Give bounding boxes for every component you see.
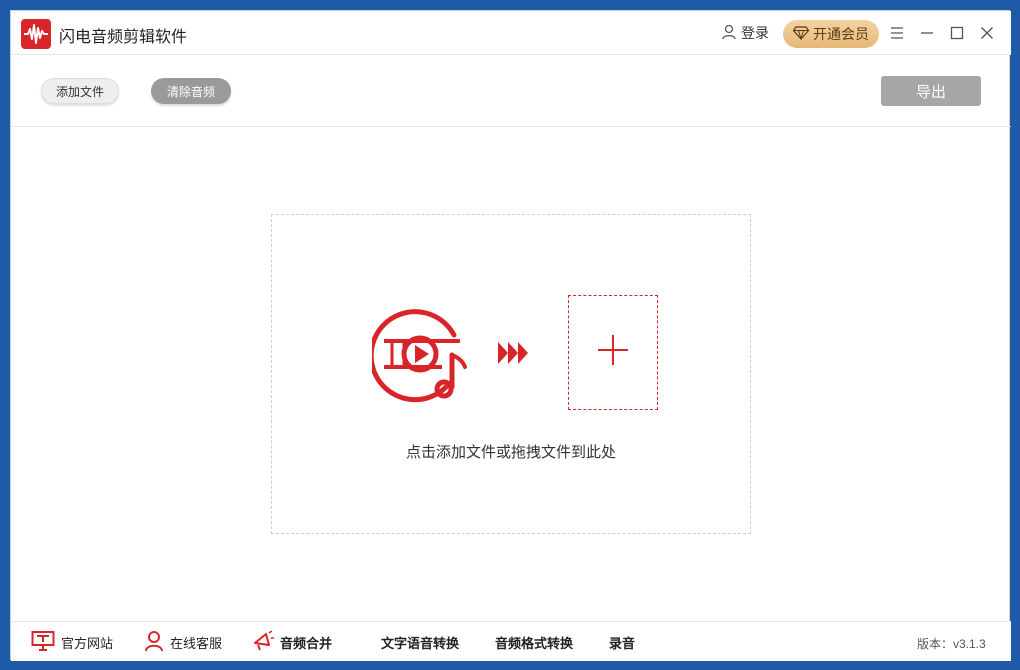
text-to-speech-label: 文字语音转换	[381, 635, 460, 651]
record-label: 录音	[609, 635, 636, 651]
music-video-icon	[368, 303, 472, 408]
text-to-speech-link[interactable]: 文字语音转换	[381, 631, 459, 653]
close-icon[interactable]	[977, 21, 997, 45]
audio-format-convert-link[interactable]: 音频格式转换	[495, 631, 573, 653]
triple-arrow-icon	[497, 340, 529, 371]
official-site-link[interactable]: 官方网站	[31, 630, 114, 655]
clear-audio-button[interactable]: 清除音频	[151, 78, 231, 104]
vip-button[interactable]: 开通会员	[783, 20, 879, 48]
vip-label: 开通会员	[813, 26, 869, 42]
audio-merge-link[interactable]: 音频合并	[252, 629, 333, 655]
plus-icon	[596, 333, 630, 372]
monitor-icon	[31, 630, 55, 655]
online-service-label: 在线客服	[170, 635, 223, 651]
login-button[interactable]: 登录	[721, 23, 769, 43]
minimize-icon[interactable]	[917, 21, 937, 45]
user-icon	[721, 24, 737, 43]
toolbar: 添加文件 清除音频 导出	[11, 56, 1011, 127]
official-site-label: 官方网站	[61, 635, 114, 651]
export-button[interactable]: 导出	[881, 76, 981, 106]
app-window: 闪电音频剪辑软件 登录 开通会员 添加文件 清除音频 导出 点击添加文件或拖拽文…	[10, 10, 1011, 661]
version-text: 版本：v3.1.3	[917, 637, 986, 651]
footer-bar: 官方网站 在线客服 音频合并 文字语音转换 音频格式转换 录音 版本：v3.1.…	[11, 621, 1011, 661]
megaphone-icon	[252, 629, 274, 655]
app-logo-icon	[21, 19, 51, 49]
drop-hint-text: 点击添加文件或拖拽文件到此处	[405, 444, 616, 461]
maximize-icon[interactable]	[947, 21, 967, 45]
file-drop-zone[interactable]: 点击添加文件或拖拽文件到此处	[271, 214, 751, 534]
login-label: 登录	[741, 25, 769, 41]
title-bar: 闪电音频剪辑软件 登录 开通会员	[11, 11, 1011, 55]
online-service-link[interactable]: 在线客服	[144, 630, 223, 655]
menu-icon[interactable]	[887, 21, 907, 45]
record-link[interactable]: 录音	[609, 631, 635, 653]
user-icon	[144, 630, 164, 655]
audio-merge-label: 音频合并	[280, 635, 333, 651]
audio-format-convert-label: 音频格式转换	[495, 635, 574, 651]
add-file-button[interactable]: 添加文件	[41, 78, 119, 104]
diamond-icon	[792, 25, 810, 43]
add-file-box[interactable]	[568, 295, 658, 410]
app-title: 闪电音频剪辑软件	[59, 29, 188, 46]
